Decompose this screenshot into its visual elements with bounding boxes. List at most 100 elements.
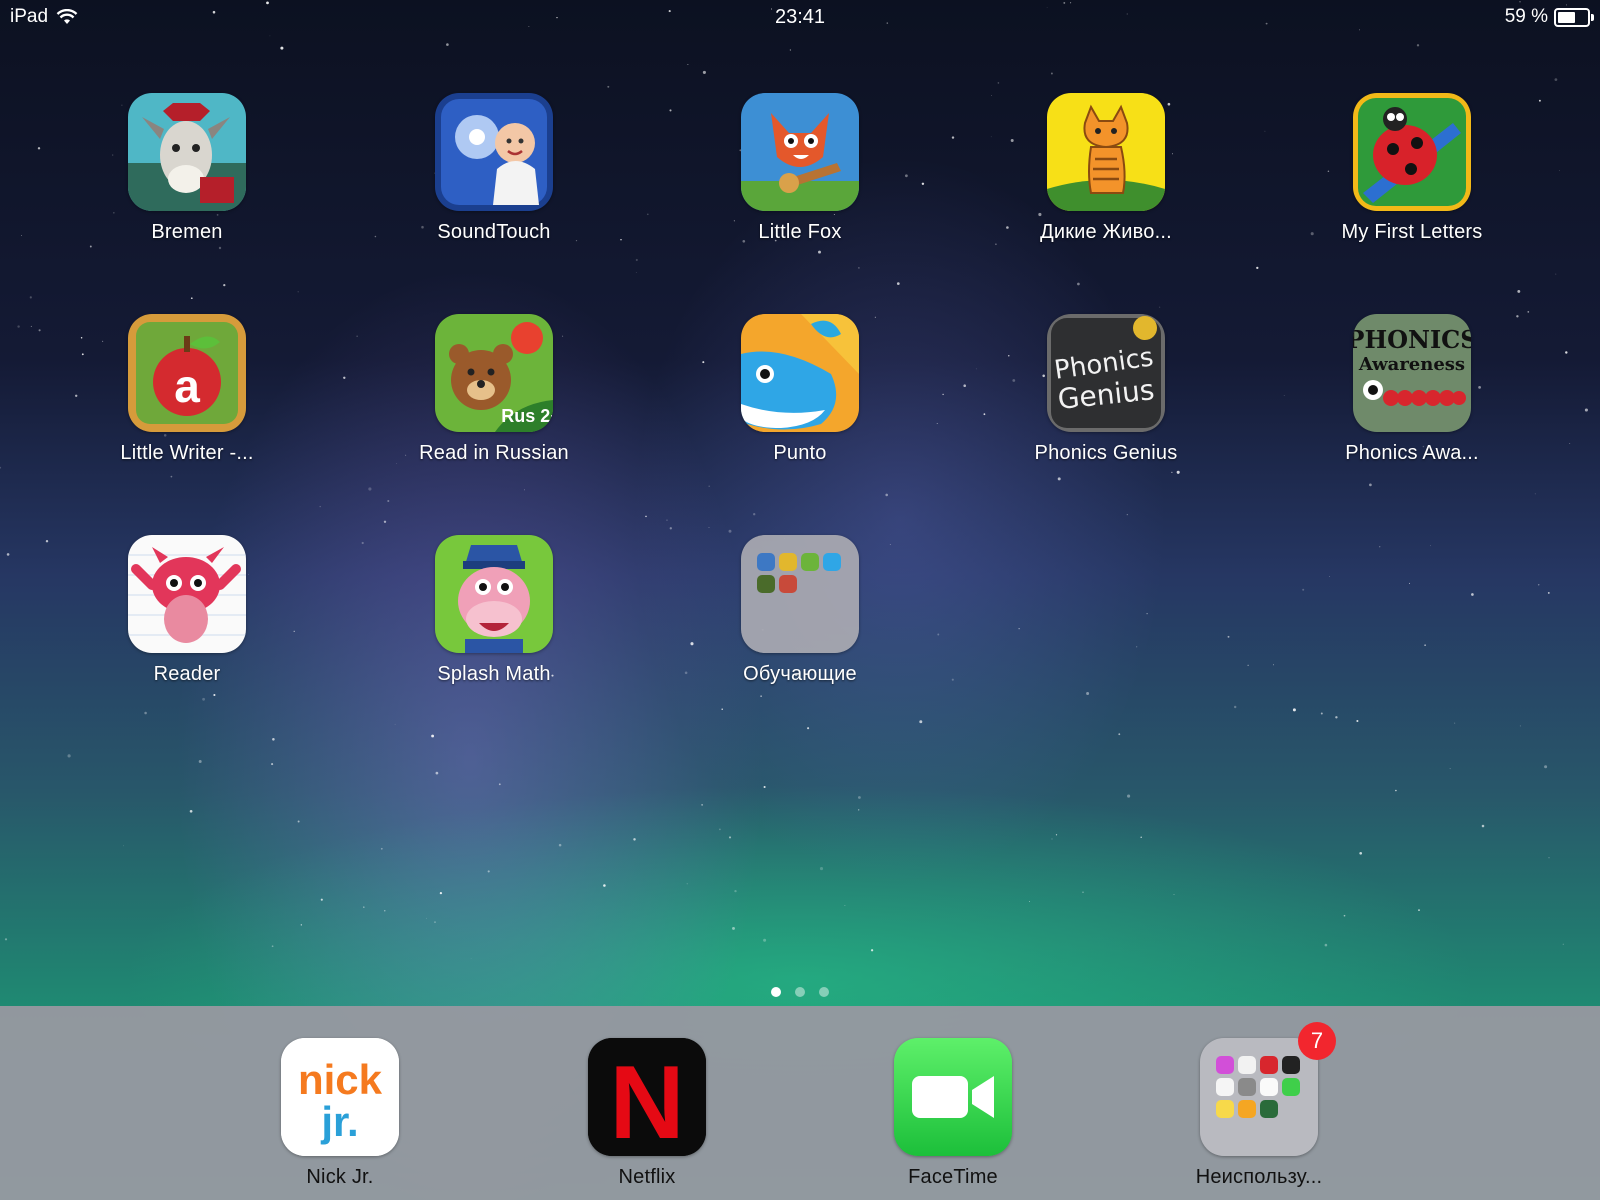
star (635, 258, 638, 262)
star (297, 820, 300, 823)
star (1077, 282, 1080, 286)
star (702, 70, 706, 74)
star (67, 754, 71, 758)
star (1471, 593, 1474, 596)
star (363, 906, 365, 908)
mini-app-icon (1216, 1100, 1234, 1118)
donkey-icon (128, 93, 246, 211)
star (356, 335, 358, 337)
star (1409, 582, 1410, 584)
star (1359, 851, 1363, 855)
app-label: Little Fox (758, 221, 842, 243)
star (1029, 901, 1030, 903)
star (1256, 266, 1259, 270)
fox-icon (741, 93, 859, 211)
app-reader[interactable]: Reader (77, 535, 297, 686)
mini-app-icon (1260, 1078, 1278, 1096)
chalkboard-icon: Phonics Genius (1047, 314, 1165, 432)
star (384, 910, 386, 912)
star (728, 529, 732, 533)
app-little-fox[interactable]: Little Fox (690, 93, 910, 244)
star (1320, 712, 1323, 715)
star (937, 633, 940, 636)
app-punto[interactable]: Punto (690, 314, 910, 465)
netflix-icon: N (588, 1038, 706, 1156)
star (271, 763, 274, 766)
star (394, 723, 396, 725)
app-phonics-genius[interactable]: Phonics Genius Phonics Genius (996, 314, 1216, 465)
app-splash-math[interactable]: Splash Math (384, 535, 604, 686)
notification-badge: 7 (1298, 1022, 1336, 1060)
star (271, 945, 274, 948)
star (603, 884, 606, 887)
app-label: Bremen (151, 221, 223, 243)
star (29, 296, 32, 299)
star (498, 783, 501, 786)
star (280, 46, 284, 50)
star (387, 499, 390, 503)
star (620, 238, 622, 241)
apple-icon: a (128, 314, 246, 432)
star (1057, 477, 1061, 481)
dock-app-nick-jr[interactable]: nick jr. Nick Jr. (230, 1038, 450, 1189)
star (819, 867, 824, 871)
dock-app-netflix[interactable]: N Netflix (537, 1038, 757, 1189)
app-soundtouch[interactable]: SoundTouch (384, 93, 604, 244)
star (942, 393, 944, 396)
star (921, 182, 925, 186)
star (686, 883, 688, 885)
star (1379, 546, 1381, 548)
netflix-logo-letter: N (609, 1045, 684, 1156)
star (1247, 664, 1249, 666)
star (1118, 733, 1121, 736)
app-my-first-letters[interactable]: My First Letters (1302, 93, 1522, 244)
star (1082, 891, 1084, 893)
mini-app-icon (779, 575, 797, 593)
page-dot[interactable] (819, 987, 829, 997)
star (1519, 725, 1521, 727)
star (684, 671, 688, 675)
dock-folder-unused[interactable]: 7 Неиспользу... (1149, 1022, 1369, 1189)
star (4, 938, 8, 941)
page-indicator[interactable] (0, 987, 1600, 997)
app-wild-animals[interactable]: Дикие Живо... (996, 93, 1216, 244)
app-label: SoundTouch (437, 221, 551, 243)
cat-icon (1047, 93, 1165, 211)
star (1146, 612, 1148, 615)
folder-icon (1200, 1038, 1318, 1156)
app-label: Обучающие (743, 663, 857, 685)
mini-app-icon (823, 553, 841, 571)
dock-app-facetime[interactable]: FaceTime (843, 1038, 1063, 1189)
star (374, 235, 377, 238)
whale-icon (741, 314, 859, 432)
star (646, 213, 649, 216)
folder-learning[interactable]: Обучающие (690, 535, 910, 686)
app-phonics-awareness[interactable]: PHONICS Awareness Phonics Awa... (1302, 314, 1522, 465)
star (144, 711, 147, 715)
star (1055, 834, 1058, 836)
star (1454, 722, 1456, 724)
ladybug-icon (1353, 93, 1471, 211)
battery-icon (1554, 7, 1594, 27)
mini-app-icon (779, 553, 797, 571)
page-dot[interactable] (795, 987, 805, 997)
star (1547, 591, 1550, 594)
app-label: Неиспользу... (1195, 1166, 1323, 1188)
app-read-in-russian[interactable]: Rus 2+ Read in Russian (384, 314, 604, 465)
star (666, 519, 668, 521)
app-label: Splash Math (437, 663, 551, 685)
star (1537, 584, 1540, 586)
page-dot[interactable] (771, 987, 781, 997)
app-little-writer[interactable]: a Little Writer -... (77, 314, 297, 465)
star (1264, 130, 1266, 132)
star (202, 697, 206, 701)
star (1086, 692, 1090, 695)
star (669, 109, 672, 112)
star (1565, 351, 1568, 354)
app-label: Phonics Awa... (1345, 442, 1479, 464)
app-label: Phonics Genius (1034, 442, 1178, 464)
star (763, 938, 767, 942)
app-bremen[interactable]: Bremen (77, 93, 297, 244)
star (732, 926, 735, 930)
star (1050, 72, 1053, 75)
